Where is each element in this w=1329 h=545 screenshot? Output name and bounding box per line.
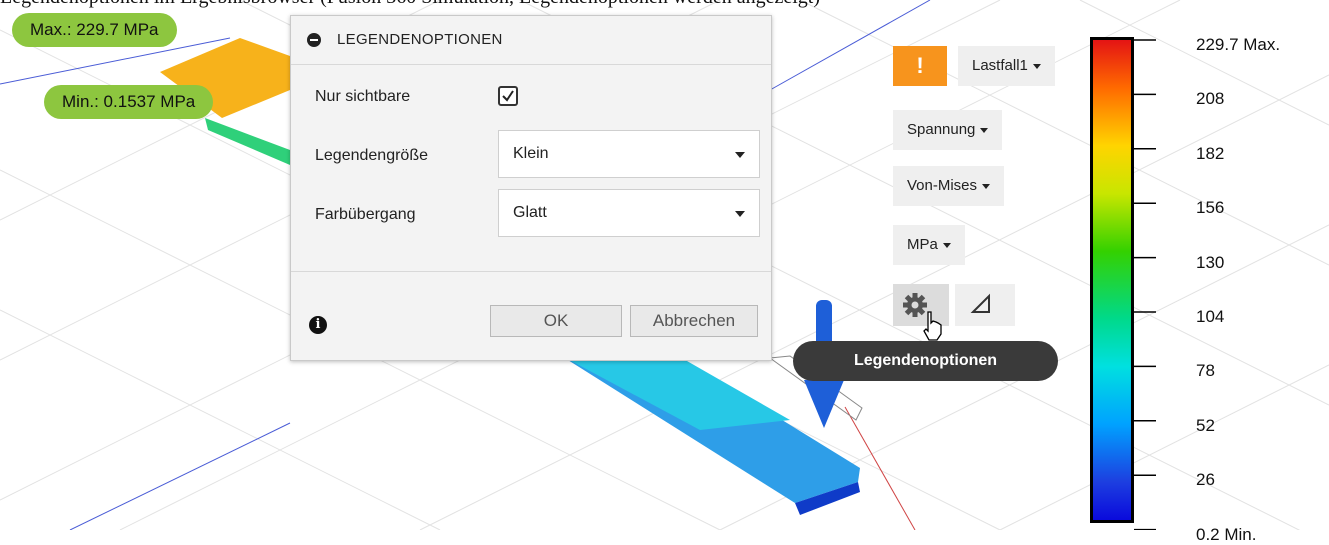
- legend-size-value: Klein: [513, 145, 549, 162]
- result-type-label: Spannung: [907, 121, 976, 138]
- cancel-button[interactable]: Abbrechen: [630, 305, 758, 337]
- legend-size-select[interactable]: Klein: [498, 130, 760, 178]
- unit-label: MPa: [907, 236, 938, 253]
- chevron-down-icon: [735, 152, 745, 158]
- probe-toggle-button[interactable]: [955, 284, 1015, 326]
- legend-tick-label: 0.2 Min.: [1196, 524, 1257, 544]
- legend-size-label: Legendengröße: [315, 147, 428, 164]
- color-transition-value: Glatt: [513, 204, 547, 221]
- dropdown-arrow-icon: [1032, 63, 1041, 69]
- color-transition-select[interactable]: Glatt: [498, 189, 760, 237]
- load-case-label: Lastfall1: [972, 57, 1028, 74]
- legend-tick-label: 130: [1196, 252, 1225, 272]
- ok-button[interactable]: OK: [490, 305, 622, 337]
- unit-dropdown[interactable]: MPa: [893, 225, 965, 265]
- legend-tick-label: 156: [1196, 198, 1225, 218]
- dropdown-arrow-icon: [982, 183, 991, 189]
- result-type-dropdown[interactable]: Spannung: [893, 110, 1003, 150]
- legend-tick-label: 208: [1196, 89, 1225, 109]
- hand-cursor-icon: [923, 311, 942, 341]
- visible-only-label: Nur sichtbare: [315, 88, 411, 105]
- dialog-titlebar[interactable]: LEGENDENOPTIONEN: [291, 16, 771, 65]
- legend-tick-label: 26: [1196, 470, 1215, 490]
- visible-only-checkbox[interactable]: [498, 86, 518, 106]
- min-value-tag[interactable]: Min.: 0.1537 MPa: [44, 85, 214, 119]
- dropdown-arrow-icon: [980, 127, 989, 133]
- stress-type-label: Von-Mises: [907, 177, 978, 194]
- dialog-footer-divider: [291, 271, 771, 272]
- legend-tick-label: 52: [1196, 415, 1215, 435]
- legend-tick-label: 229.7 Max.: [1196, 35, 1281, 54]
- triangle-icon: [970, 293, 990, 313]
- color-transition-label: Farbübergang: [315, 206, 416, 223]
- dialog-title: LEGENDENOPTIONEN: [337, 31, 503, 48]
- legend-options-tooltip: Legendenoptionen: [793, 341, 1058, 381]
- color-legend-bar: [1090, 37, 1134, 523]
- legend-tick-label: 182: [1196, 143, 1225, 163]
- max-value-tag[interactable]: Max.: 229.7 MPa: [12, 13, 177, 47]
- document-caption: Legendenoptionen im Ergebnisbrowser (Fus…: [0, 0, 1329, 8]
- stress-type-dropdown[interactable]: Von-Mises: [893, 166, 1005, 206]
- checkmark-icon: [502, 90, 514, 102]
- warning-button[interactable]: !: [893, 46, 947, 86]
- legend-tick-label: 78: [1196, 361, 1215, 381]
- info-icon[interactable]: i: [309, 316, 327, 334]
- collapse-icon[interactable]: [307, 33, 321, 47]
- load-case-dropdown[interactable]: Lastfall1: [958, 46, 1055, 86]
- legend-options-dialog: LEGENDENOPTIONEN Nur sichtbare Legendeng…: [290, 15, 772, 361]
- dropdown-arrow-icon: [942, 242, 951, 248]
- chevron-down-icon: [735, 211, 745, 217]
- legend-tick-label: 104: [1196, 307, 1225, 326]
